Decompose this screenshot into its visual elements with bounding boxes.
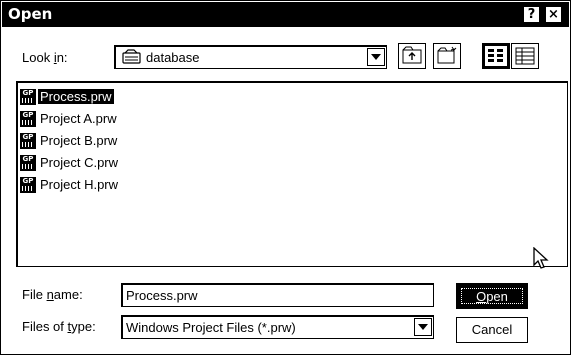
- prw-file-icon: GP: [20, 154, 36, 171]
- list-item[interactable]: GP Project C.prw: [20, 153, 120, 172]
- open-button[interactable]: Open: [456, 283, 528, 309]
- file-type-value: Windows Project Files (*.prw): [126, 320, 296, 335]
- file-name-text: Project H.prw: [40, 177, 119, 192]
- list-item[interactable]: GP Project A.prw: [20, 109, 119, 128]
- file-type-label-post: ype:: [71, 319, 96, 334]
- new-folder-icon: [437, 46, 457, 64]
- list-view-button[interactable]: [482, 43, 510, 69]
- mouse-cursor-icon: [533, 247, 549, 269]
- file-name-text: Process.prw: [38, 89, 114, 104]
- close-button[interactable]: ×: [545, 6, 562, 23]
- look-in-dropdown-button[interactable]: [367, 48, 385, 66]
- list-item[interactable]: GP Project B.prw: [20, 131, 119, 150]
- details-view-button[interactable]: [511, 43, 539, 69]
- file-type-label: Files of type:: [22, 319, 96, 334]
- dialog-title: Open: [8, 5, 53, 23]
- file-type-select[interactable]: Windows Project Files (*.prw): [121, 315, 434, 339]
- list-item[interactable]: GP Project H.prw: [20, 175, 120, 194]
- title-bar[interactable]: Open ? ×: [2, 2, 569, 27]
- prw-file-icon: GP: [20, 176, 36, 193]
- file-name-value: Process.prw: [126, 288, 198, 303]
- file-type-label-pre: Files of: [22, 319, 68, 334]
- list-item[interactable]: GP Process.prw: [20, 87, 114, 106]
- look-in-label: Look in:: [22, 50, 68, 65]
- file-list[interactable]: GP Process.prw GP Project A.prw GP Proje…: [16, 81, 568, 267]
- look-in-label-post: n:: [56, 50, 68, 65]
- focus-ring: [461, 288, 523, 304]
- list-view-icon: [485, 46, 507, 66]
- file-name-text: Project C.prw: [40, 155, 119, 170]
- details-view-icon: [515, 47, 535, 65]
- cancel-button[interactable]: Cancel: [456, 317, 528, 343]
- open-dialog: Open ? × Look in: database GP Process.pr…: [0, 0, 571, 355]
- look-in-label-pre: Look: [22, 50, 54, 65]
- prw-file-icon: GP: [20, 110, 36, 127]
- look-in-value: database: [146, 50, 200, 65]
- file-type-dropdown-button[interactable]: [414, 318, 432, 336]
- file-name-label-pre: File: [22, 287, 47, 302]
- file-name-text: Project B.prw: [40, 133, 118, 148]
- help-button[interactable]: ?: [523, 6, 540, 23]
- prw-file-icon: GP: [20, 132, 36, 149]
- file-name-label-post: ame:: [53, 287, 83, 302]
- drive-folder-icon: [122, 49, 141, 64]
- prw-file-icon: GP: [20, 88, 36, 105]
- look-in-combo[interactable]: database: [114, 45, 387, 69]
- up-one-level-button[interactable]: [398, 43, 426, 69]
- folder-up-icon: [402, 46, 422, 64]
- file-name-label: File name:: [22, 287, 83, 302]
- file-name-input[interactable]: Process.prw: [121, 283, 434, 307]
- file-name-text: Project A.prw: [40, 111, 117, 126]
- create-new-folder-button[interactable]: [433, 43, 461, 69]
- file-name-label-key: n: [46, 287, 54, 302]
